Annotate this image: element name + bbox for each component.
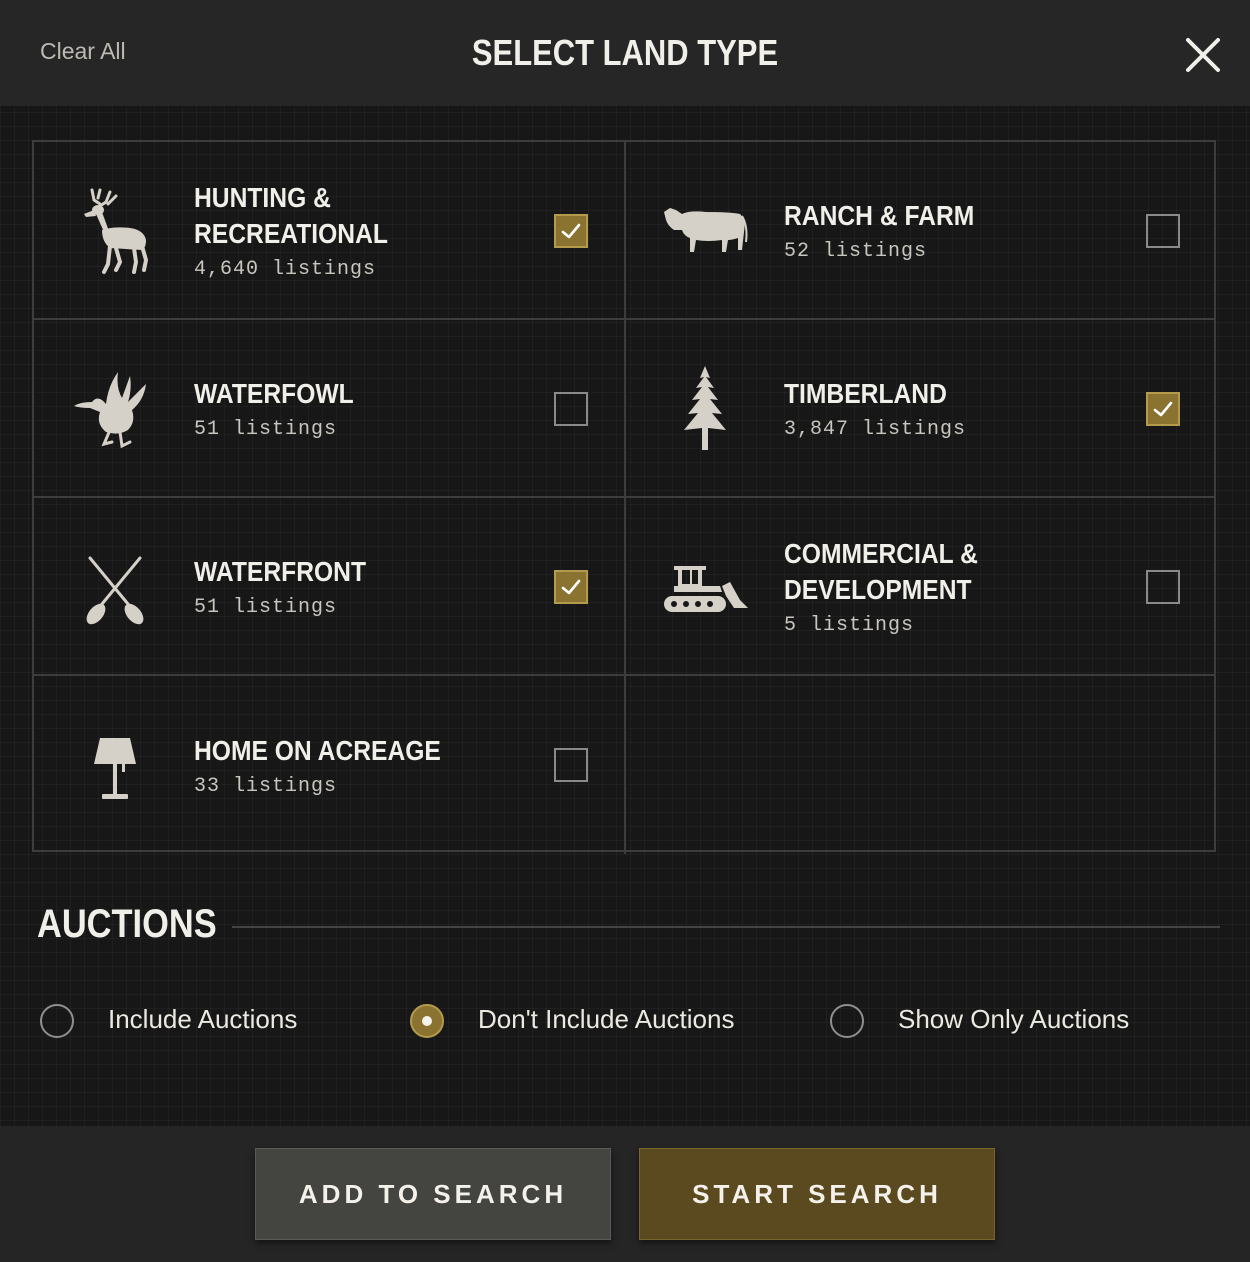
check-icon [1153,401,1173,417]
crossed-paddles-icon [70,542,160,632]
land-type-label: TIMBERLAND [784,377,947,409]
check-icon [561,579,581,595]
land-type-home-on-acreage[interactable]: HOME ON ACREAGE 33 listings [34,676,626,854]
home-on-acreage-checkbox[interactable] [554,748,588,782]
hunting-recreational-checkbox[interactable] [554,214,588,248]
commercial-development-checkbox[interactable] [1146,570,1180,604]
land-type-label: HOME ON ACREAGE [194,734,441,766]
listing-count: 51 listings [194,595,338,619]
waterfowl-checkbox[interactable] [554,392,588,426]
land-type-timberland[interactable]: TIMBERLAND 3,847 listings [624,320,1216,498]
duck-icon [70,364,160,454]
land-type-waterfront[interactable]: WATERFRONT 51 listings [34,498,626,676]
waterfront-checkbox[interactable] [554,570,588,604]
start-search-button[interactable]: START SEARCH [639,1148,995,1240]
land-type-label: HUNTING & [194,181,331,213]
listing-count: 51 listings [194,417,338,441]
land-type-waterfowl[interactable]: WATERFOWL 51 listings [34,320,626,498]
modal-header: Clear All SELECT LAND TYPE [0,0,1250,106]
land-type-label: WATERFRONT [194,555,366,587]
auctions-heading: AUCTIONS [37,902,217,946]
dont-include-auctions-option[interactable]: Don't Include Auctions [410,1002,790,1042]
ranch-farm-checkbox[interactable] [1146,214,1180,248]
land-type-grid: HUNTING & RECREATIONAL 4,640 listings RA… [32,140,1216,854]
listing-count: 52 listings [784,239,928,263]
empty-cell [624,676,1216,854]
land-type-label: DEVELOPMENT [784,573,972,605]
land-type-commercial-development[interactable]: COMMERCIAL & DEVELOPMENT 5 listings [624,498,1216,676]
deer-icon [70,186,160,276]
lamp-icon [70,720,160,810]
show-only-auctions-option[interactable]: Show Only Auctions [830,1002,1190,1042]
land-type-label: RECREATIONAL [194,217,388,249]
cow-icon [660,186,750,276]
radio-label: Show Only Auctions [898,1004,1130,1034]
land-type-label: WATERFOWL [194,377,354,409]
land-type-label: COMMERCIAL & [784,537,978,569]
land-type-hunting-recreational[interactable]: HUNTING & RECREATIONAL 4,640 listings [34,142,626,320]
timberland-checkbox[interactable] [1146,392,1180,426]
listing-count: 3,847 listings [784,417,967,441]
include-auctions-option[interactable]: Include Auctions [40,1002,360,1042]
bulldozer-icon [660,542,750,632]
radio-label: Include Auctions [108,1004,298,1034]
radio-label: Don't Include Auctions [478,1004,735,1034]
listing-count: 5 listings [784,613,915,637]
pine-tree-icon [660,364,750,454]
divider [232,926,1220,928]
include-auctions-radio[interactable] [40,1004,74,1038]
modal-title: SELECT LAND TYPE [471,32,779,73]
dont-include-auctions-radio[interactable] [410,1004,444,1038]
listing-count: 4,640 listings [194,257,377,281]
show-only-auctions-radio[interactable] [830,1004,864,1038]
close-icon[interactable] [1180,32,1226,78]
add-to-search-button[interactable]: ADD TO SEARCH [255,1148,611,1240]
land-type-ranch-farm[interactable]: RANCH & FARM 52 listings [624,142,1216,320]
listing-count: 33 listings [194,774,338,798]
land-type-label: RANCH & FARM [784,199,975,231]
check-icon [561,223,581,239]
modal-footer: ADD TO SEARCH START SEARCH [0,1126,1250,1262]
